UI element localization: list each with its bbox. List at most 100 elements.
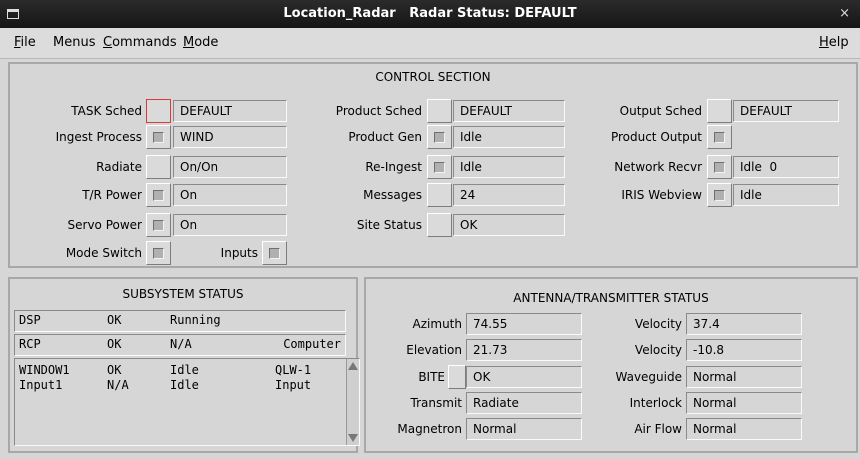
elevation-label: Elevation xyxy=(406,343,462,357)
subsystem-row-rcp[interactable]: RCP OK N/A Computer xyxy=(14,334,346,356)
bite-button[interactable] xyxy=(448,365,466,389)
site-status-field: OK xyxy=(453,214,565,236)
subsystem-info: Input xyxy=(275,378,312,392)
menu-menus[interactable]: Menus xyxy=(53,35,95,50)
task-sched-label: TASK Sched xyxy=(71,104,142,118)
iris-webview-label: IRIS Webview xyxy=(621,188,702,202)
mode-switch-button[interactable] xyxy=(146,241,171,265)
mode-switch-led xyxy=(153,248,164,259)
subsystem-name: Input1 xyxy=(19,378,63,392)
subsystem-state: Idle xyxy=(170,378,199,392)
velocity-2-label: Velocity xyxy=(634,343,682,357)
tr-power-field: On xyxy=(173,184,287,206)
network-recvr-field: Idle 0 xyxy=(733,156,839,178)
servo-power-label: Servo Power xyxy=(67,218,142,232)
servo-power-button[interactable] xyxy=(146,213,171,237)
waveguide-label: Waveguide xyxy=(615,370,683,384)
magnetron-field: Normal xyxy=(466,418,582,440)
inputs-button[interactable] xyxy=(262,241,287,265)
magnetron-label: Magnetron xyxy=(397,422,462,436)
product-sched-label: Product Sched xyxy=(335,104,422,118)
servo-power-field: On xyxy=(173,214,287,236)
re-ingest-button[interactable] xyxy=(427,155,452,179)
product-gen-field: Idle xyxy=(453,126,565,148)
ingest-process-field: WIND xyxy=(173,126,287,148)
subsystem-info: Computer xyxy=(283,337,341,351)
iris-webview-button[interactable] xyxy=(707,183,732,207)
antenna-status-title: ANTENNA/TRANSMITTER STATUS xyxy=(513,291,709,305)
transmit-field: Radiate xyxy=(466,392,582,414)
product-sched-field: DEFAULT xyxy=(453,100,565,122)
interlock-label: Interlock xyxy=(629,396,682,410)
product-output-label: Product Output xyxy=(610,130,702,144)
title-bar: Location_Radar Radar Status: DEFAULT × xyxy=(0,0,860,28)
network-recvr-led xyxy=(714,162,725,173)
subsystem-status-panel: SUBSYSTEM STATUS DSP OK Running RCP OK N… xyxy=(8,277,360,453)
iris-webview-led xyxy=(714,190,725,201)
product-sched-button[interactable] xyxy=(427,99,452,123)
product-gen-button[interactable] xyxy=(427,125,452,149)
product-output-led xyxy=(714,132,725,143)
tr-power-led xyxy=(153,190,164,201)
ingest-process-led xyxy=(153,132,164,143)
air-flow-field: Normal xyxy=(686,418,802,440)
output-sched-button[interactable] xyxy=(707,99,732,123)
ingest-process-label: Ingest Process xyxy=(55,130,142,144)
mode-switch-label: Mode Switch xyxy=(65,246,142,260)
interlock-field: Normal xyxy=(686,392,802,414)
task-sched-button[interactable] xyxy=(146,99,171,123)
close-icon[interactable]: × xyxy=(839,0,850,28)
window-title: Location_Radar Radar Status: DEFAULT xyxy=(283,6,577,21)
menu-file-label: File xyxy=(14,35,36,50)
menu-help[interactable]: Help xyxy=(819,35,849,50)
menu-help-label: Help xyxy=(819,35,849,50)
network-recvr-button[interactable] xyxy=(707,155,732,179)
subsystem-status-title: SUBSYSTEM STATUS xyxy=(122,287,244,301)
subsystem-list[interactable]: WINDOW1 OK Idle QLW-1 Input1 N/A Idle In… xyxy=(14,358,360,446)
tr-power-label: T/R Power xyxy=(82,188,142,202)
subsystem-state: Running xyxy=(170,313,221,327)
messages-label: Messages xyxy=(363,188,422,202)
subsystem-scrollbar[interactable] xyxy=(346,359,359,445)
network-recvr-label: Network Recvr xyxy=(614,160,702,174)
subsystem-status: OK xyxy=(107,313,122,327)
tr-power-button[interactable] xyxy=(146,183,171,207)
menu-mode[interactable]: Mode xyxy=(183,35,218,50)
re-ingest-led xyxy=(434,162,445,173)
subsystem-status: N/A xyxy=(107,378,129,392)
control-section: CONTROL SECTION TASK Sched DEFAULT Inges… xyxy=(8,62,858,268)
radiate-button[interactable] xyxy=(146,155,171,179)
transmit-label: Transmit xyxy=(410,396,462,410)
messages-button[interactable] xyxy=(427,183,452,207)
site-status-button[interactable] xyxy=(427,213,452,237)
antenna-status-panel: ANTENNA/TRANSMITTER STATUS Azimuth 74.55… xyxy=(364,277,858,453)
radiate-label: Radiate xyxy=(96,160,142,174)
site-status-label: Site Status xyxy=(356,218,422,232)
servo-power-led xyxy=(153,220,164,231)
control-section-title: CONTROL SECTION xyxy=(375,70,491,84)
messages-field: 24 xyxy=(453,184,565,206)
subsystem-name: RCP xyxy=(19,337,41,351)
task-sched-field: DEFAULT xyxy=(173,100,287,122)
product-output-button[interactable] xyxy=(707,125,732,149)
velocity-1-label: Velocity xyxy=(634,317,682,331)
output-sched-label: Output Sched xyxy=(619,104,702,118)
menu-mode-label: Mode xyxy=(183,35,219,50)
subsystem-row-dsp[interactable]: DSP OK Running xyxy=(14,310,346,332)
product-gen-label: Product Gen xyxy=(348,130,422,144)
air-flow-label: Air Flow xyxy=(634,422,682,436)
re-ingest-field: Idle xyxy=(453,156,565,178)
subsystem-status: OK xyxy=(107,337,122,351)
elevation-field: 21.73 xyxy=(466,339,582,361)
azimuth-field: 74.55 xyxy=(466,313,582,335)
product-gen-led xyxy=(434,132,445,143)
re-ingest-label: Re-Ingest xyxy=(365,160,422,174)
scroll-up-icon[interactable] xyxy=(348,362,358,370)
scroll-down-icon[interactable] xyxy=(348,434,358,442)
menu-commands-label: Commands xyxy=(103,35,177,50)
menu-commands[interactable]: Commands xyxy=(103,35,177,50)
menu-file[interactable]: File xyxy=(14,35,36,50)
ingest-process-button[interactable] xyxy=(146,125,171,149)
list-item[interactable]: Input1 N/A Idle Input xyxy=(15,376,345,396)
subsystem-state: N/A xyxy=(170,337,192,351)
